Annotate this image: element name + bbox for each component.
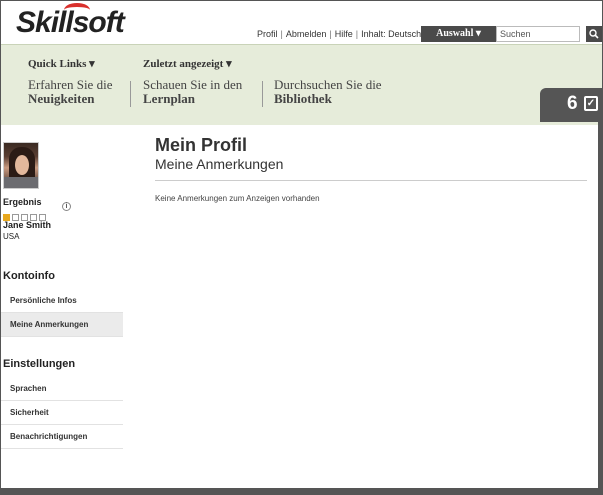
- nav-item-line2: Neuigkeiten: [28, 91, 95, 106]
- quick-links-dropdown[interactable]: Quick Links ▾: [28, 57, 95, 70]
- content-language-link[interactable]: Inhalt: Deutsch: [361, 29, 421, 39]
- page-title: Mein Profil: [155, 135, 248, 155]
- hilfe-link[interactable]: Hilfe: [335, 29, 353, 39]
- sidebar-item-security[interactable]: Sicherheit: [1, 401, 123, 425]
- link-separator: |: [280, 29, 283, 39]
- auswahl-dropdown[interactable]: Auswahl ▾: [421, 26, 496, 42]
- nav-item-neuigkeiten[interactable]: Erfahren Sie die Neuigkeiten: [28, 78, 112, 106]
- nav-item-line1: Erfahren Sie die: [28, 77, 113, 92]
- nav-strip: [1, 122, 602, 125]
- search-icon[interactable]: [586, 26, 602, 42]
- user-country: USA: [3, 232, 20, 241]
- recently-viewed-dropdown[interactable]: Zuletzt angezeigt ▾: [143, 57, 232, 70]
- nav-divider: [130, 81, 131, 107]
- top-bar: Skillsoft Profil | Abmelden | Hilfe | Inhalt: …: [1, 1, 602, 44]
- search-input[interactable]: Suchen: [496, 26, 580, 42]
- bottom-border: [1, 488, 602, 494]
- nav-item-line1: Durchsuchen Sie die: [274, 77, 382, 92]
- checklist-icon: ✓: [584, 96, 598, 111]
- sidebar-item-notifications[interactable]: Benachrichtigungen: [1, 425, 123, 449]
- nav-band: Quick Links ▾ Zuletzt angezeigt ▾ Erfahr…: [1, 44, 602, 122]
- nav-item-lernplan[interactable]: Schauen Sie in den Lernplan: [143, 78, 242, 106]
- badge-count: 6: [567, 93, 578, 114]
- einstellungen-heading: Einstellungen: [3, 358, 76, 370]
- info-icon[interactable]: i: [62, 202, 71, 211]
- avatar-shirt: [4, 177, 38, 188]
- nav-item-line2: Bibliothek: [274, 91, 332, 106]
- nav-item-line1: Schauen Sie in den: [143, 77, 243, 92]
- kontoinfo-heading: Kontoinfo: [3, 270, 55, 282]
- avatar[interactable]: [3, 142, 39, 189]
- logo-arc-icon: [64, 3, 90, 17]
- user-name: Jane Smith: [3, 220, 52, 230]
- ergebnis-label: Ergebnis: [3, 197, 42, 207]
- sidebar-item-languages[interactable]: Sprachen: [1, 377, 123, 401]
- profil-link[interactable]: Profil: [257, 29, 278, 39]
- sidebar-item-personal-info[interactable]: Persönliche Infos: [1, 289, 123, 313]
- page-subtitle: Meine Anmerkungen: [155, 156, 284, 172]
- title-divider: [155, 180, 587, 181]
- empty-message: Keine Anmerkungen zum Anzeigen vorhanden: [155, 194, 320, 203]
- sidebar-item-annotations[interactable]: Meine Anmerkungen: [1, 313, 123, 337]
- link-separator: |: [329, 29, 332, 39]
- nav-item-line2: Lernplan: [143, 91, 196, 106]
- nav-item-bibliothek[interactable]: Durchsuchen Sie die Bibliothek: [274, 78, 382, 106]
- right-border: [598, 122, 602, 494]
- link-separator: |: [355, 29, 359, 39]
- nav-divider: [262, 81, 263, 107]
- avatar-face: [15, 155, 29, 175]
- header-links: Profil | Abmelden | Hilfe | Inhalt: Deutsch: [257, 29, 421, 39]
- abmelden-link[interactable]: Abmelden: [286, 29, 327, 39]
- assignments-badge[interactable]: 6 ✓: [540, 88, 602, 122]
